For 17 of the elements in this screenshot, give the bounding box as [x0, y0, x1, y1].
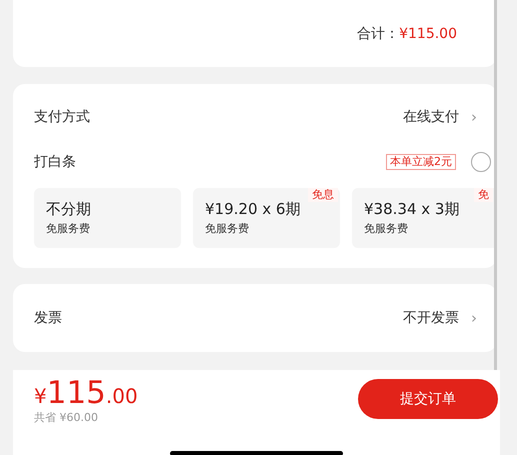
savings-text: 共省 ¥60.00 — [34, 411, 99, 424]
total-label: 合计： — [357, 26, 400, 42]
submit-order-button[interactable]: 提交订单 — [358, 379, 498, 419]
baitiao-label: 打白条 — [34, 152, 76, 172]
installment-option[interactable]: ¥38.34 x 3期 免服务费 免 — [352, 188, 494, 248]
promo-tag: 本单立减2元 — [386, 154, 456, 170]
invoice-value[interactable]: 不开发票 — [403, 308, 459, 328]
total-price: ¥115.00 — [34, 380, 138, 411]
payment-value[interactable]: 在线支付 — [403, 106, 459, 128]
invoice-label: 发票 — [34, 308, 62, 328]
radio-button[interactable] — [471, 152, 491, 172]
installment-option[interactable]: ¥19.20 x 6期 免服务费 免息 — [193, 188, 340, 248]
interest-free-tag: 免 — [474, 188, 493, 202]
payment-label: 支付方式 — [34, 108, 90, 126]
installment-option[interactable]: 不分期 免服务费 — [34, 188, 181, 248]
interest-free-tag: 免息 — [308, 188, 338, 202]
total-amount: ¥115.00 — [399, 26, 457, 42]
